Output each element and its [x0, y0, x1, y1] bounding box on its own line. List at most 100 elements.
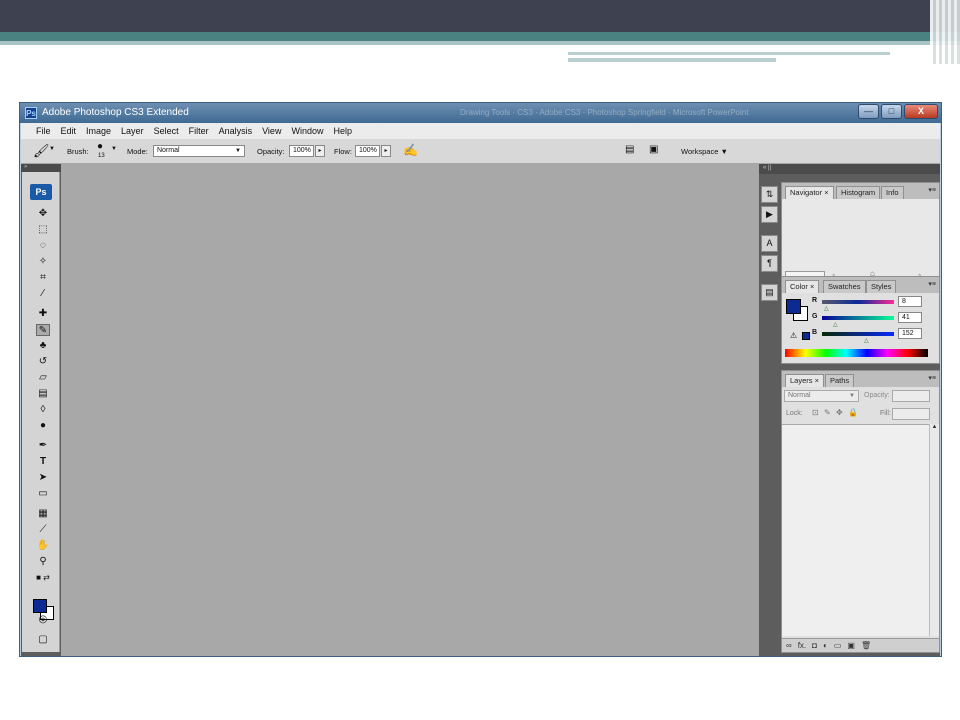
magic-wand-tool-icon[interactable]: ✧ — [36, 256, 50, 268]
slider-thumb-icon[interactable]: △ — [824, 305, 829, 312]
paragraph-panel-icon[interactable]: ¶ — [761, 255, 778, 272]
chevron-down-icon[interactable]: ▼ — [49, 146, 55, 152]
slice-tool-icon[interactable]: ⁄ — [36, 288, 50, 300]
out-of-gamut-warning-icon[interactable]: ⚠ — [790, 331, 797, 340]
path-selection-tool-icon[interactable]: ➤ — [36, 472, 50, 484]
folder-icon[interactable]: ▭ — [834, 641, 842, 650]
mode-select[interactable]: Normal ▼ — [153, 145, 245, 157]
red-value-input[interactable]: 8 — [898, 296, 922, 307]
dodge-tool-icon[interactable]: ● — [36, 420, 50, 432]
layers-scrollbar[interactable]: ▲ — [929, 424, 939, 636]
brush-tool-preset-icon[interactable]: 🖌 — [33, 143, 50, 159]
new-layer-icon[interactable]: ▣ — [847, 641, 855, 650]
close-button[interactable]: X — [904, 104, 938, 119]
zoom-tool-icon[interactable]: ⚲ — [36, 556, 50, 568]
fx-icon[interactable]: fx. — [798, 641, 806, 650]
tab-layers[interactable]: Layers × — [785, 374, 824, 387]
document-icon[interactable]: ▣ — [649, 144, 658, 155]
healing-brush-tool-icon[interactable]: ✚ — [36, 308, 50, 320]
menu-filter[interactable]: Filter — [184, 126, 214, 136]
opacity-slider-button[interactable]: ▸ — [315, 145, 325, 157]
canvas-area[interactable] — [61, 164, 759, 656]
lock-position-icon[interactable]: ✥ — [836, 408, 843, 417]
menu-file[interactable]: File — [31, 126, 56, 136]
layer-opacity-input[interactable] — [892, 390, 930, 402]
tab-navigator[interactable]: Navigator × — [785, 186, 834, 199]
lasso-tool-icon[interactable]: ◌ — [36, 240, 50, 252]
red-slider[interactable]: R △ 8 — [812, 296, 937, 312]
type-tool-icon[interactable]: T — [36, 456, 50, 468]
menu-analysis[interactable]: Analysis — [214, 126, 258, 136]
blur-tool-icon[interactable]: ◊ — [36, 404, 50, 416]
lock-transparency-icon[interactable]: ⊡ — [812, 408, 819, 417]
minimize-button[interactable]: — — [858, 104, 879, 119]
blue-value-input[interactable]: 152 — [898, 328, 922, 339]
menu-image[interactable]: Image — [81, 126, 116, 136]
green-value-input[interactable]: 41 — [898, 312, 922, 323]
lock-image-icon[interactable]: ✎ — [824, 408, 831, 417]
panel-menu-icon[interactable]: ▾≡ — [928, 374, 936, 382]
slider-thumb-icon[interactable]: △ — [833, 321, 838, 328]
move-tool-icon[interactable]: ✥ — [36, 208, 50, 220]
blend-mode-select[interactable]: Normal ▼ — [784, 390, 859, 402]
history-brush-tool-icon[interactable]: ↺ — [36, 356, 50, 368]
tab-color[interactable]: Color × — [785, 280, 820, 293]
chevron-down-icon[interactable]: ▼ — [111, 146, 117, 152]
marquee-tool-icon[interactable]: ⬚ — [36, 224, 50, 236]
brush-tool-icon[interactable]: ✎ — [36, 324, 50, 336]
layers-list[interactable] — [782, 424, 930, 636]
blue-slider[interactable]: B △ 152 — [812, 328, 937, 344]
tab-histogram[interactable]: Histogram — [836, 186, 881, 199]
shape-tool-icon[interactable]: ▭ — [36, 488, 50, 500]
swap-colors-icon[interactable]: ■ ⇄ — [36, 572, 50, 584]
link-icon[interactable]: ∞ — [786, 641, 792, 650]
gradient-tool-icon[interactable]: ▤ — [36, 388, 50, 400]
lock-all-icon[interactable]: 🔒 — [848, 408, 858, 417]
tab-styles[interactable]: Styles — [866, 280, 897, 293]
panel-menu-icon[interactable]: ▾≡ — [928, 280, 936, 288]
title-bar[interactable]: Ps Adobe Photoshop CS3 Extended Drawing … — [20, 103, 941, 123]
history-panel-icon[interactable]: ⇅ — [761, 186, 778, 203]
adjustment-icon[interactable]: ◐ — [823, 641, 828, 650]
menu-view[interactable]: View — [257, 126, 286, 136]
palette-well-icon[interactable]: ▤ — [625, 144, 634, 155]
crop-tool-icon[interactable]: ⌗ — [36, 272, 50, 284]
screen-mode-icon[interactable]: ▢ — [36, 634, 50, 646]
tab-swatches[interactable]: Swatches — [823, 280, 866, 293]
dock-collapse-strip[interactable]: « || — [759, 164, 940, 174]
trash-icon[interactable]: 🗑 — [861, 641, 871, 650]
hand-tool-icon[interactable]: ✋ — [36, 540, 50, 552]
eraser-tool-icon[interactable]: ▱ — [36, 372, 50, 384]
slider-thumb-icon[interactable]: △ — [864, 337, 869, 344]
ps-badge-icon[interactable]: Ps — [30, 184, 52, 200]
character-panel-icon[interactable]: A — [761, 235, 778, 252]
layer-comps-panel-icon[interactable]: ▤ — [761, 284, 778, 301]
airbrush-icon[interactable]: ✍ — [403, 143, 418, 157]
green-slider[interactable]: G △ 41 — [812, 312, 937, 328]
pen-tool-icon[interactable]: ✒ — [36, 440, 50, 452]
opacity-input[interactable]: 100% — [289, 145, 314, 157]
tab-info[interactable]: Info — [881, 186, 904, 199]
menu-select[interactable]: Select — [149, 126, 184, 136]
foreground-color-swatch[interactable] — [33, 599, 47, 613]
workspace-menu[interactable]: Workspace ▼ — [681, 147, 728, 156]
fill-input[interactable] — [892, 408, 930, 420]
mask-icon[interactable]: ◘ — [812, 641, 817, 650]
eyedropper-tool-icon[interactable]: ⟋ — [36, 524, 50, 536]
menu-edit[interactable]: Edit — [56, 126, 82, 136]
actions-panel-icon[interactable]: ▶ — [761, 206, 778, 223]
color-ramp[interactable] — [785, 349, 928, 357]
tab-paths[interactable]: Paths — [825, 374, 855, 387]
menu-help[interactable]: Help — [328, 126, 357, 136]
web-safe-swatch[interactable] — [802, 332, 810, 340]
maximize-button[interactable]: □ — [881, 104, 902, 119]
menu-layer[interactable]: Layer — [116, 126, 149, 136]
flow-input[interactable]: 100% — [355, 145, 380, 157]
quick-mask-icon[interactable]: ◎ — [36, 614, 50, 626]
toolbox-collapse-strip[interactable]: » — [21, 164, 61, 172]
foreground-color-swatch[interactable] — [786, 299, 801, 314]
panel-menu-icon[interactable]: ▾≡ — [928, 186, 936, 194]
brush-tip-icon[interactable]: ● — [97, 141, 103, 152]
clone-stamp-tool-icon[interactable]: ♣ — [36, 340, 50, 352]
notes-tool-icon[interactable]: ▦ — [36, 508, 50, 520]
